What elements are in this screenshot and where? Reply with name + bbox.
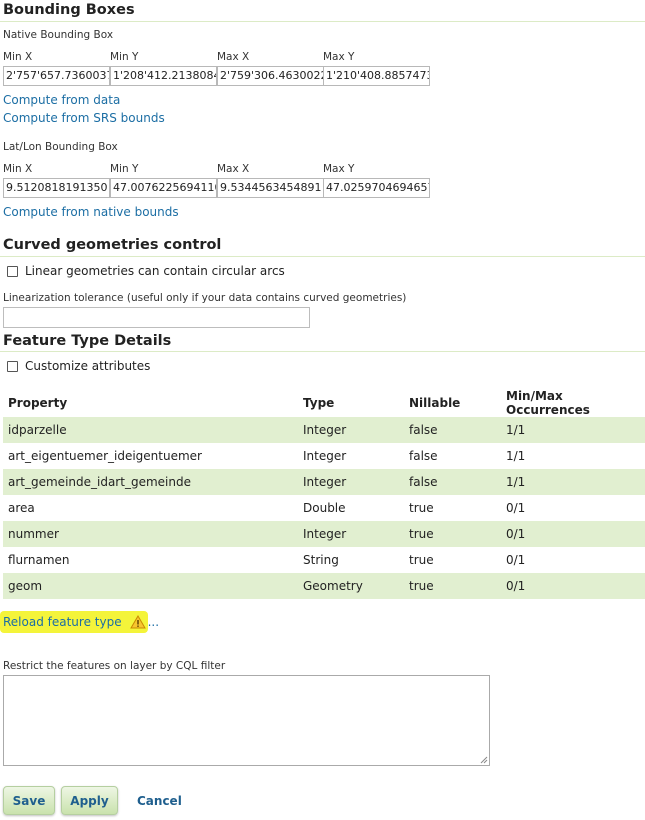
table-row: art_gemeinde_idart_gemeinde Integer fals… <box>3 469 645 495</box>
customize-attributes-option[interactable]: Customize attributes <box>7 359 150 373</box>
cell-type: Integer <box>298 417 404 443</box>
compute-from-srs-bounds-link[interactable]: Compute from SRS bounds <box>3 111 165 125</box>
cell-type: Integer <box>298 521 404 547</box>
latlon-bbox-label: Lat/Lon Bounding Box <box>3 141 118 153</box>
circular-arcs-checkbox[interactable] <box>7 265 18 277</box>
cell-nillable: false <box>404 469 501 495</box>
cell-nillable: true <box>409 501 434 515</box>
cell-property: nummer <box>3 521 298 547</box>
latlon-maxx-label: Max X <box>217 163 250 175</box>
table-row: nummer Integer true 0/1 <box>3 521 645 547</box>
cell-property: area <box>8 501 35 515</box>
reload-feature-type-link[interactable]: Reload feature type ... <box>3 615 159 629</box>
table-row: idparzelle Integer false 1/1 <box>3 417 645 443</box>
cell-nillable: false <box>404 417 501 443</box>
cell-type: Geometry <box>298 573 404 599</box>
resize-grip-icon[interactable] <box>480 756 488 764</box>
cql-filter-label: Restrict the features on layer by CQL fi… <box>3 660 226 672</box>
column-header-property: Property <box>8 396 68 410</box>
linearization-tolerance-input[interactable] <box>3 307 310 328</box>
table-row: geom Geometry true 0/1 <box>3 573 645 599</box>
cancel-link[interactable]: Cancel <box>137 794 182 808</box>
native-miny-input[interactable]: 1'208'412.2138084 <box>110 66 217 86</box>
cell-occurrences: 0/1 <box>501 521 645 547</box>
reload-ellipsis: ... <box>147 615 160 629</box>
curved-geometries-title: Curved geometries control <box>3 237 222 253</box>
compute-from-data-link[interactable]: Compute from data <box>3 93 120 107</box>
column-header-type: Type <box>303 396 335 410</box>
cell-occurrences: 0/1 <box>506 553 526 567</box>
cell-occurrences: 0/1 <box>501 573 645 599</box>
cell-occurrences: 1/1 <box>501 469 645 495</box>
cell-type: String <box>303 553 339 567</box>
table-row: art_eigentuemer_ideigentuemer Integer fa… <box>3 443 645 469</box>
column-header-nillable: Nillable <box>409 396 461 410</box>
compute-from-native-bounds-link[interactable]: Compute from native bounds <box>3 205 179 219</box>
cell-nillable: true <box>404 521 501 547</box>
latlon-maxy-input[interactable]: 47.0259704694657 <box>323 178 430 198</box>
cell-nillable: true <box>409 553 434 567</box>
latlon-miny-label: Min Y <box>110 163 139 175</box>
customize-attributes-checkbox[interactable] <box>7 360 18 372</box>
native-maxy-input[interactable]: 1'210'408.8857473 <box>323 66 430 86</box>
cell-property: idparzelle <box>3 417 298 443</box>
native-maxx-input[interactable]: 2'759'306.4630022 <box>217 66 324 86</box>
cell-property: art_eigentuemer_ideigentuemer <box>8 449 202 463</box>
native-bbox-label: Native Bounding Box <box>3 29 114 41</box>
bounding-boxes-title: Bounding Boxes <box>3 2 135 18</box>
cql-filter-textarea[interactable] <box>3 675 490 766</box>
cell-property: flurnamen <box>8 553 70 567</box>
latlon-minx-input[interactable]: 9.5120818191350 <box>3 178 110 198</box>
table-row: flurnamen String true 0/1 <box>3 547 645 573</box>
latlon-maxy-label: Max Y <box>323 163 355 175</box>
warning-icon <box>129 615 146 629</box>
native-minx-label: Min X <box>3 51 33 63</box>
customize-attributes-label: Customize attributes <box>25 359 151 373</box>
native-maxy-label: Max Y <box>323 51 355 63</box>
cell-occurrences: 1/1 <box>501 417 645 443</box>
latlon-minx-label: Min X <box>3 163 33 175</box>
circular-arcs-option[interactable]: Linear geometries can contain circular a… <box>7 264 285 278</box>
cell-nillable: true <box>404 573 501 599</box>
table-header-row: Property Type Nillable Min/Max Occurrenc… <box>3 389 645 417</box>
circular-arcs-label: Linear geometries can contain circular a… <box>25 264 285 278</box>
cell-type: Integer <box>303 449 347 463</box>
apply-button[interactable]: Apply <box>61 786 118 815</box>
cell-occurrences: 1/1 <box>506 449 526 463</box>
save-button[interactable]: Save <box>3 786 55 815</box>
cell-type: Double <box>303 501 346 515</box>
native-minx-input[interactable]: 2'757'657.7360037 <box>3 66 110 86</box>
section-divider <box>0 21 645 22</box>
cell-nillable: false <box>409 449 438 463</box>
native-maxx-label: Max X <box>217 51 250 63</box>
cell-property: geom <box>3 573 298 599</box>
cell-property: art_gemeinde_idart_gemeinde <box>3 469 298 495</box>
latlon-maxx-input[interactable]: 9.5344563454891 <box>217 178 324 198</box>
section-divider <box>0 351 645 352</box>
cell-occurrences: 0/1 <box>506 501 526 515</box>
native-miny-label: Min Y <box>110 51 139 63</box>
column-header-occurrences: Min/Max Occurrences <box>506 389 590 417</box>
latlon-miny-input[interactable]: 47.0076225694110 <box>110 178 217 198</box>
attributes-table: Property Type Nillable Min/Max Occurrenc… <box>3 389 645 599</box>
linearization-tolerance-label: Linearization tolerance (useful only if … <box>3 292 407 304</box>
section-divider <box>0 256 645 257</box>
table-row: area Double true 0/1 <box>3 495 645 521</box>
reload-feature-type-label: Reload feature type <box>3 615 122 629</box>
feature-type-details-title: Feature Type Details <box>3 333 172 349</box>
cell-type: Integer <box>298 469 404 495</box>
